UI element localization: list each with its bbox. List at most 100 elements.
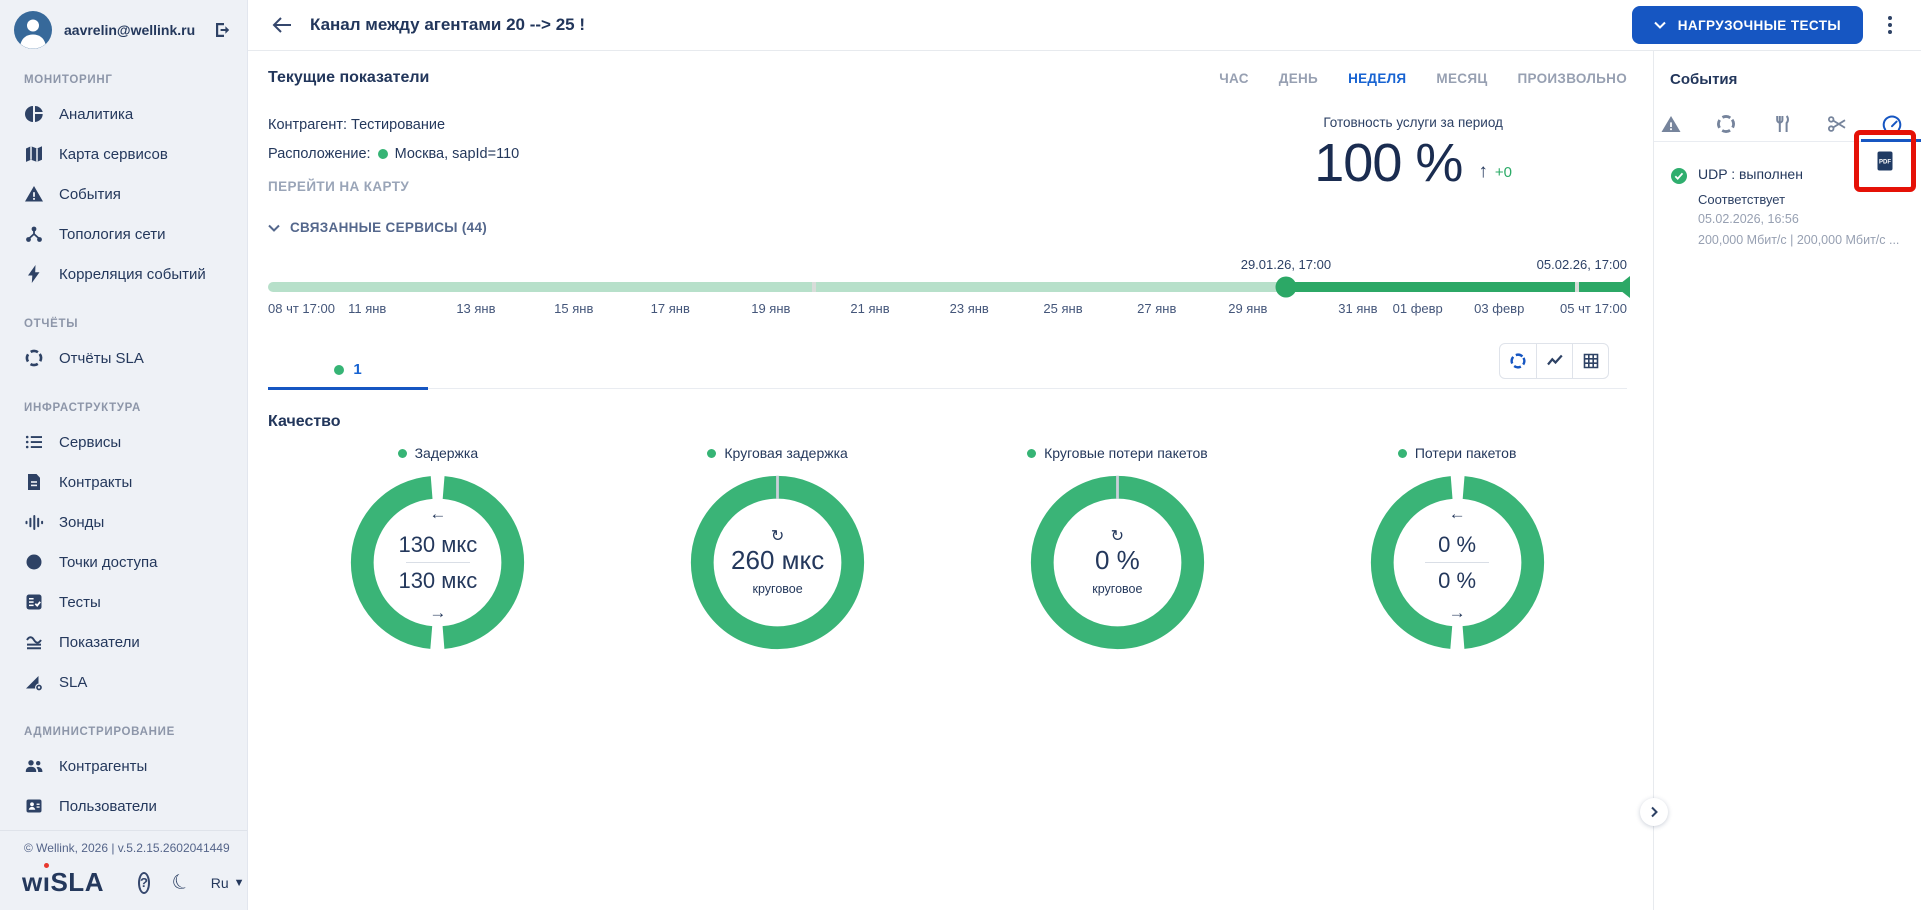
event-status: Соответствует <box>1698 192 1905 207</box>
sla-events-tab-icon[interactable] <box>1713 111 1739 137</box>
slider-left-handle[interactable] <box>1275 277 1296 298</box>
current-indicators-title: Текущие показатели <box>268 69 429 87</box>
dark-mode-moon-icon[interactable]: ☾ <box>168 867 196 898</box>
sidebar-item-analytics[interactable]: Аналитика <box>0 94 247 134</box>
main-content: Текущие показатели ЧАС ДЕНЬ НЕДЕЛЯ МЕСЯЦ… <box>248 51 1653 910</box>
refresh-button[interactable] <box>1500 344 1536 378</box>
tick-label: 15 янв <box>554 301 593 316</box>
map-icon <box>24 144 44 164</box>
app-root: aavrelin@wellink.ru МОНИТОРИНГ Аналитика… <box>0 0 1921 910</box>
period-tab-week[interactable]: НЕДЕЛЯ <box>1348 71 1406 86</box>
related-services-label: СВЯЗАННЫЕ СЕРВИСЫ (44) <box>290 220 487 235</box>
period-tab-hour[interactable]: ЧАС <box>1219 71 1249 86</box>
period-tab-day[interactable]: ДЕНЬ <box>1279 71 1318 86</box>
tick-label: 11 янв <box>348 301 386 316</box>
go-to-map-link[interactable]: ПЕРЕЙТИ НА КАРТУ <box>268 179 1314 194</box>
collapse-panel-button[interactable] <box>1640 798 1668 826</box>
language-selector[interactable]: Ru ▼ <box>211 875 245 891</box>
chart-view-button[interactable] <box>1536 344 1572 378</box>
sidebar-item-users[interactable]: Пользователи <box>0 786 247 826</box>
arrow-left-icon: ← <box>429 505 446 522</box>
sidebar-item-sla-reports[interactable]: Отчёты SLA <box>0 338 247 378</box>
pdf-download-icon[interactable]: PDF <box>1873 149 1897 173</box>
sidebar-item-counterparties[interactable]: Контрагенты <box>0 746 247 786</box>
contractor-line: Контрагент: Тестирование <box>268 117 1314 133</box>
language-label: Ru <box>211 875 229 891</box>
donut-delay: Задержка ← 130 мкс 130 мкс → <box>268 445 608 650</box>
logout-icon[interactable] <box>213 20 233 40</box>
annotation-highlight-box: PDF <box>1854 130 1916 192</box>
sidebar-item-services[interactable]: Сервисы <box>0 422 247 462</box>
kebab-menu-icon[interactable] <box>1877 10 1903 40</box>
sidebar-item-topology[interactable]: Топология сети <box>0 214 247 254</box>
tick-label: 29 янв <box>1228 301 1267 316</box>
load-tests-button[interactable]: НАГРУЗОЧНЫЕ ТЕСТЫ <box>1632 6 1863 44</box>
loss-back-value: 0 % <box>1438 567 1476 595</box>
track-notch <box>812 282 816 292</box>
slider-right-handle[interactable] <box>1616 276 1630 298</box>
availability-block: Готовность услуги за период 100 % ↑ +0 <box>1314 115 1512 194</box>
chevron-down-icon <box>268 224 280 232</box>
legend-dot <box>398 449 407 458</box>
sidebar-item-tests[interactable]: Тесты <box>0 582 247 622</box>
events-title: События <box>1670 71 1905 88</box>
section-title-infrastructure: ИНФРАСТРУКТУРА <box>0 402 247 414</box>
event-throughput: 200,000 Мбит/с | 200,000 Мбит/с ... <box>1698 232 1905 249</box>
quality-section-title: Качество <box>268 413 1627 431</box>
donut-round-trip-packet-loss: Круговые потери пакетов ↻ 0 % круговое <box>948 445 1288 650</box>
service-tab-label: 1 <box>353 361 361 378</box>
event-timestamp: 05.02.2026, 16:56 <box>1698 211 1905 228</box>
sidebar-item-contracts[interactable]: Контракты <box>0 462 247 502</box>
events-panel: События <box>1653 51 1921 910</box>
user-email: aavrelin@wellink.ru <box>64 22 201 38</box>
related-services-toggle[interactable]: СВЯЗАННЫЕ СЕРВИСЫ (44) <box>268 220 1627 235</box>
legend-label: Задержка <box>415 445 479 461</box>
svg-text:PDF: PDF <box>1879 160 1891 166</box>
sidebar-item-sla[interactable]: SLA <box>0 662 247 702</box>
back-arrow-icon[interactable] <box>270 14 292 36</box>
selection-end-label: 05.02.26, 17:00 <box>1537 257 1627 272</box>
section-title-monitoring: МОНИТОРИНГ <box>0 74 247 86</box>
sidebar-item-probes[interactable]: Зонды <box>0 502 247 542</box>
maintenance-tab-icon[interactable] <box>1769 111 1795 137</box>
legend-dot <box>707 449 716 458</box>
sidebar-item-indicators[interactable]: Показатели <box>0 622 247 662</box>
alerts-tab-warning-icon[interactable] <box>1658 111 1684 137</box>
period-tab-custom[interactable]: ПРОИЗВОЛЬНО <box>1518 71 1628 86</box>
sidebar-item-label: События <box>59 186 121 203</box>
table-view-button[interactable] <box>1572 344 1608 378</box>
view-switcher <box>1499 343 1609 379</box>
document-icon <box>24 472 44 492</box>
scissors-tab-icon[interactable] <box>1824 111 1850 137</box>
loss-forward-value: 0 % <box>1438 531 1476 559</box>
period-tab-month[interactable]: МЕСЯЦ <box>1436 71 1487 86</box>
sidebar-item-events[interactable]: События <box>0 174 247 214</box>
round-trip-sublabel: круговое <box>753 582 803 596</box>
user-card-icon <box>24 796 44 816</box>
chevron-down-icon: ▼ <box>234 877 245 889</box>
legend-label: Круговая задержка <box>724 445 847 461</box>
tick-label: 05 чт 17:00 <box>1560 301 1627 316</box>
slider-track[interactable] <box>268 282 1627 292</box>
legend-dot <box>1398 449 1407 458</box>
sidebar-item-label: Отчёты SLA <box>59 350 144 367</box>
sidebar-item-label: Топология сети <box>59 226 165 243</box>
tick-label: 19 янв <box>751 301 790 316</box>
tick-label: 03 февр <box>1474 301 1524 316</box>
service-tab-1[interactable]: 1 <box>268 351 428 388</box>
sidebar-item-label: Аналитика <box>59 106 133 123</box>
sidebar-item-label: Сервисы <box>59 434 121 451</box>
chevron-down-icon <box>1654 21 1666 29</box>
sidebar-item-service-map[interactable]: Карта сервисов <box>0 134 247 174</box>
help-icon[interactable]: ? <box>138 872 150 894</box>
sidebar-item-label: Корреляция событий <box>59 266 206 283</box>
sidebar-item-event-correlation[interactable]: Корреляция событий <box>0 254 247 294</box>
sidebar-item-access-points[interactable]: Точки доступа <box>0 542 247 582</box>
user-row[interactable]: aavrelin@wellink.ru <box>0 10 247 50</box>
wisla-logo: wıSLA <box>22 867 104 898</box>
arrow-left-icon: ← <box>1449 505 1466 522</box>
page-title: Канал между агентами 20 --> 25 ! <box>310 15 585 35</box>
tick-label: 17 янв <box>651 301 690 316</box>
sidebar: aavrelin@wellink.ru МОНИТОРИНГ Аналитика… <box>0 0 248 910</box>
round-trip-loss-value: 0 % <box>1095 545 1140 576</box>
